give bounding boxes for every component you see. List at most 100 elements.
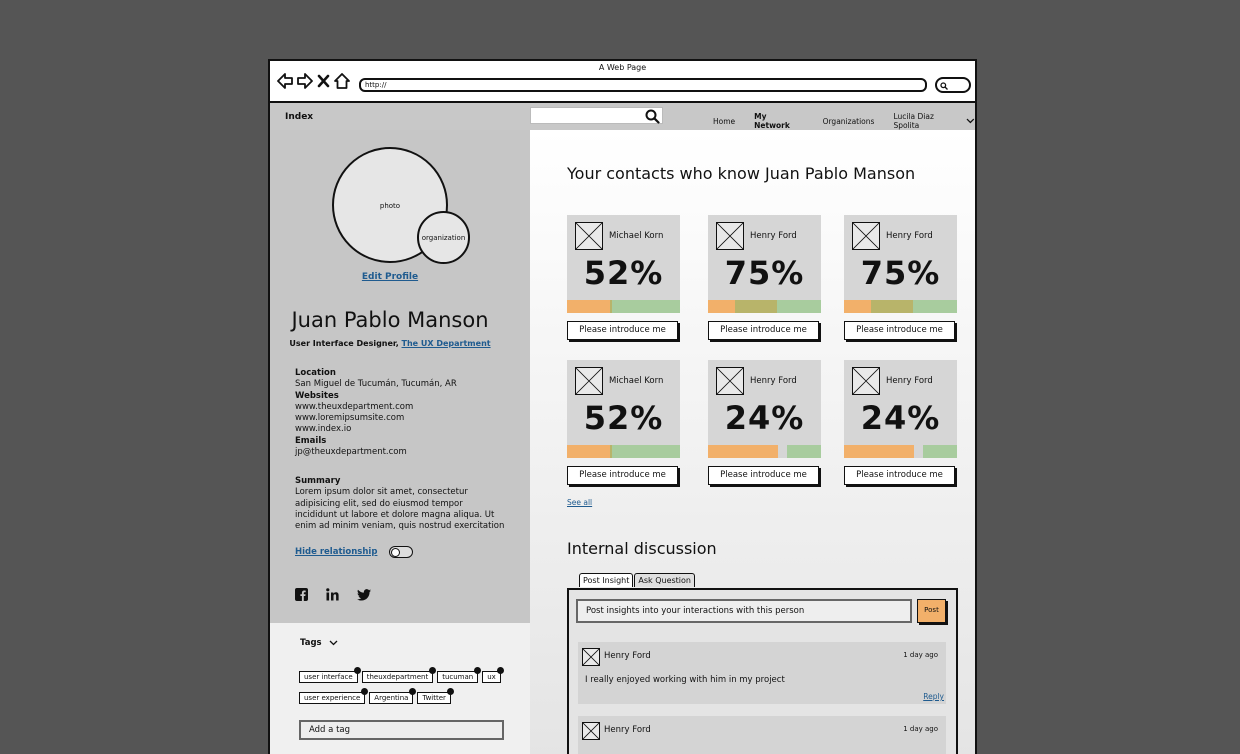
avatar-placeholder xyxy=(716,367,744,395)
website-item[interactable]: www.index.io xyxy=(295,424,520,435)
summary-label: Summary xyxy=(295,476,341,486)
photo-label: photo xyxy=(379,202,401,210)
website-item[interactable]: www.loremipsumsite.com xyxy=(295,413,520,424)
avatar-placeholder xyxy=(575,367,603,395)
match-percentage: 24% xyxy=(860,399,941,437)
remove-tag-icon[interactable] xyxy=(496,667,504,674)
hide-relationship-row: Hide relationship xyxy=(295,546,414,558)
linkedin-icon[interactable] xyxy=(326,588,339,601)
reply-link[interactable]: Reply xyxy=(923,692,944,701)
comment-author[interactable]: Henry Ford xyxy=(604,651,651,661)
email-value[interactable]: jp@theuxdepartment.com xyxy=(295,447,520,458)
nav-home[interactable]: Home xyxy=(713,117,735,126)
bar-segment-orange xyxy=(567,445,610,458)
match-percentage: 52% xyxy=(583,399,664,437)
avatar-placeholder xyxy=(852,367,880,395)
tag-chip[interactable]: theuxdepartment xyxy=(361,667,437,683)
nav-my-network[interactable]: My Network xyxy=(754,112,803,130)
avatar-placeholder xyxy=(575,222,603,250)
url-bar[interactable]: http:// xyxy=(359,78,927,92)
match-percentage: 75% xyxy=(724,254,805,292)
post-insight-input[interactable]: Post insights into your interactions wit… xyxy=(576,599,912,623)
remove-tag-icon[interactable] xyxy=(353,667,361,674)
tags-header[interactable]: Tags xyxy=(300,638,338,648)
brand-logo[interactable]: Index xyxy=(285,112,313,122)
tag-chip[interactable]: Argentina xyxy=(369,688,417,704)
contact-name[interactable]: Henry Ford xyxy=(886,376,933,386)
bar-segment-olive xyxy=(735,300,777,313)
browser-search-field[interactable] xyxy=(935,77,971,93)
summary-line: adipisicing elit, sed do eiusmod tempor xyxy=(295,498,463,509)
organization-label: organization xyxy=(421,234,466,242)
see-all-link[interactable]: See all xyxy=(567,498,592,507)
add-tag-input[interactable]: Add a tag xyxy=(299,720,504,740)
back-icon[interactable] xyxy=(277,73,293,89)
forward-icon[interactable] xyxy=(297,73,313,89)
website-item[interactable]: www.theuxdepartment.com xyxy=(295,402,520,413)
introduce-button[interactable]: Please introduce me xyxy=(708,466,819,485)
user-menu[interactable]: Lucila Diaz Spolita xyxy=(893,112,975,130)
nav-organizations[interactable]: Organizations xyxy=(823,117,875,126)
summary-line: Lorem ipsum dolor sit amet, consectetur xyxy=(295,487,468,498)
remove-tag-icon[interactable] xyxy=(409,688,417,695)
bar-segment-none xyxy=(778,445,787,458)
comment-author[interactable]: Henry Ford xyxy=(604,725,651,735)
relationship-bar xyxy=(708,445,821,458)
introduce-button[interactable]: Please introduce me xyxy=(567,466,678,485)
search-input[interactable] xyxy=(530,107,663,124)
remove-tag-icon[interactable] xyxy=(474,667,482,674)
tag-chip[interactable]: tucuman xyxy=(437,667,482,683)
image-placeholder-icon xyxy=(576,223,602,249)
app-header: Index Home My Network Organizations Luci… xyxy=(270,103,975,130)
search-icon xyxy=(940,82,948,90)
hide-relationship-link[interactable]: Hide relationship xyxy=(295,547,377,557)
search-icon[interactable] xyxy=(645,109,660,124)
department-link[interactable]: The UX Department xyxy=(402,339,491,348)
window-title: A Web Page xyxy=(598,63,647,72)
introduce-button[interactable]: Please introduce me xyxy=(708,321,819,340)
tag-chip[interactable]: ux xyxy=(482,667,504,683)
introduce-button[interactable]: Please introduce me xyxy=(844,466,955,485)
summary-section: Summary Lorem ipsum dolor sit amet, cons… xyxy=(295,476,510,532)
contact-name[interactable]: Henry Ford xyxy=(750,231,797,241)
organization-logo: organization xyxy=(417,211,470,264)
social-links xyxy=(295,588,371,601)
tab-ask-question[interactable]: Ask Question xyxy=(634,573,695,587)
match-percentage: 52% xyxy=(583,254,664,292)
remove-tag-icon[interactable] xyxy=(429,667,437,674)
home-icon[interactable] xyxy=(334,73,350,89)
tab-post-insight[interactable]: Post Insight xyxy=(579,573,634,587)
bar-segment-orange xyxy=(708,300,736,313)
tag-chip[interactable]: Twitter xyxy=(417,688,454,704)
facebook-icon[interactable] xyxy=(295,588,308,601)
location-label: Location xyxy=(295,368,336,378)
contact-name[interactable]: Henry Ford xyxy=(750,376,797,386)
relationship-bar xyxy=(708,300,821,313)
comment-time: 1 day ago xyxy=(903,725,938,733)
bar-segment-orange xyxy=(844,445,915,458)
bar-segment-green xyxy=(612,300,680,313)
tags-title: Tags xyxy=(300,638,322,648)
image-placeholder-icon xyxy=(853,223,879,249)
tag-chip[interactable]: user experience xyxy=(299,688,369,704)
introduce-button[interactable]: Please introduce me xyxy=(567,321,678,340)
remove-tag-icon[interactable] xyxy=(446,688,454,695)
bar-segment-olive xyxy=(871,300,913,313)
stop-icon[interactable] xyxy=(317,74,330,88)
image-placeholder-icon xyxy=(717,223,743,249)
twitter-icon[interactable] xyxy=(357,588,371,601)
contact-card: Henry Ford 24% xyxy=(708,360,821,458)
contact-name[interactable]: Michael Korn xyxy=(609,376,663,386)
remove-tag-icon[interactable] xyxy=(361,688,369,695)
post-button[interactable]: Post xyxy=(917,599,946,623)
relationship-toggle[interactable] xyxy=(389,546,414,558)
tag-label: user experience xyxy=(304,694,361,702)
image-placeholder-icon xyxy=(583,649,599,665)
contact-name[interactable]: Henry Ford xyxy=(886,231,933,241)
edit-profile-link[interactable]: Edit Profile xyxy=(270,272,510,282)
tag-chip[interactable]: user interface xyxy=(299,667,361,683)
introduce-button[interactable]: Please introduce me xyxy=(844,321,955,340)
bar-segment-orange xyxy=(567,300,610,313)
contact-name[interactable]: Michael Korn xyxy=(609,231,663,241)
tag-label: Twitter xyxy=(422,694,446,702)
